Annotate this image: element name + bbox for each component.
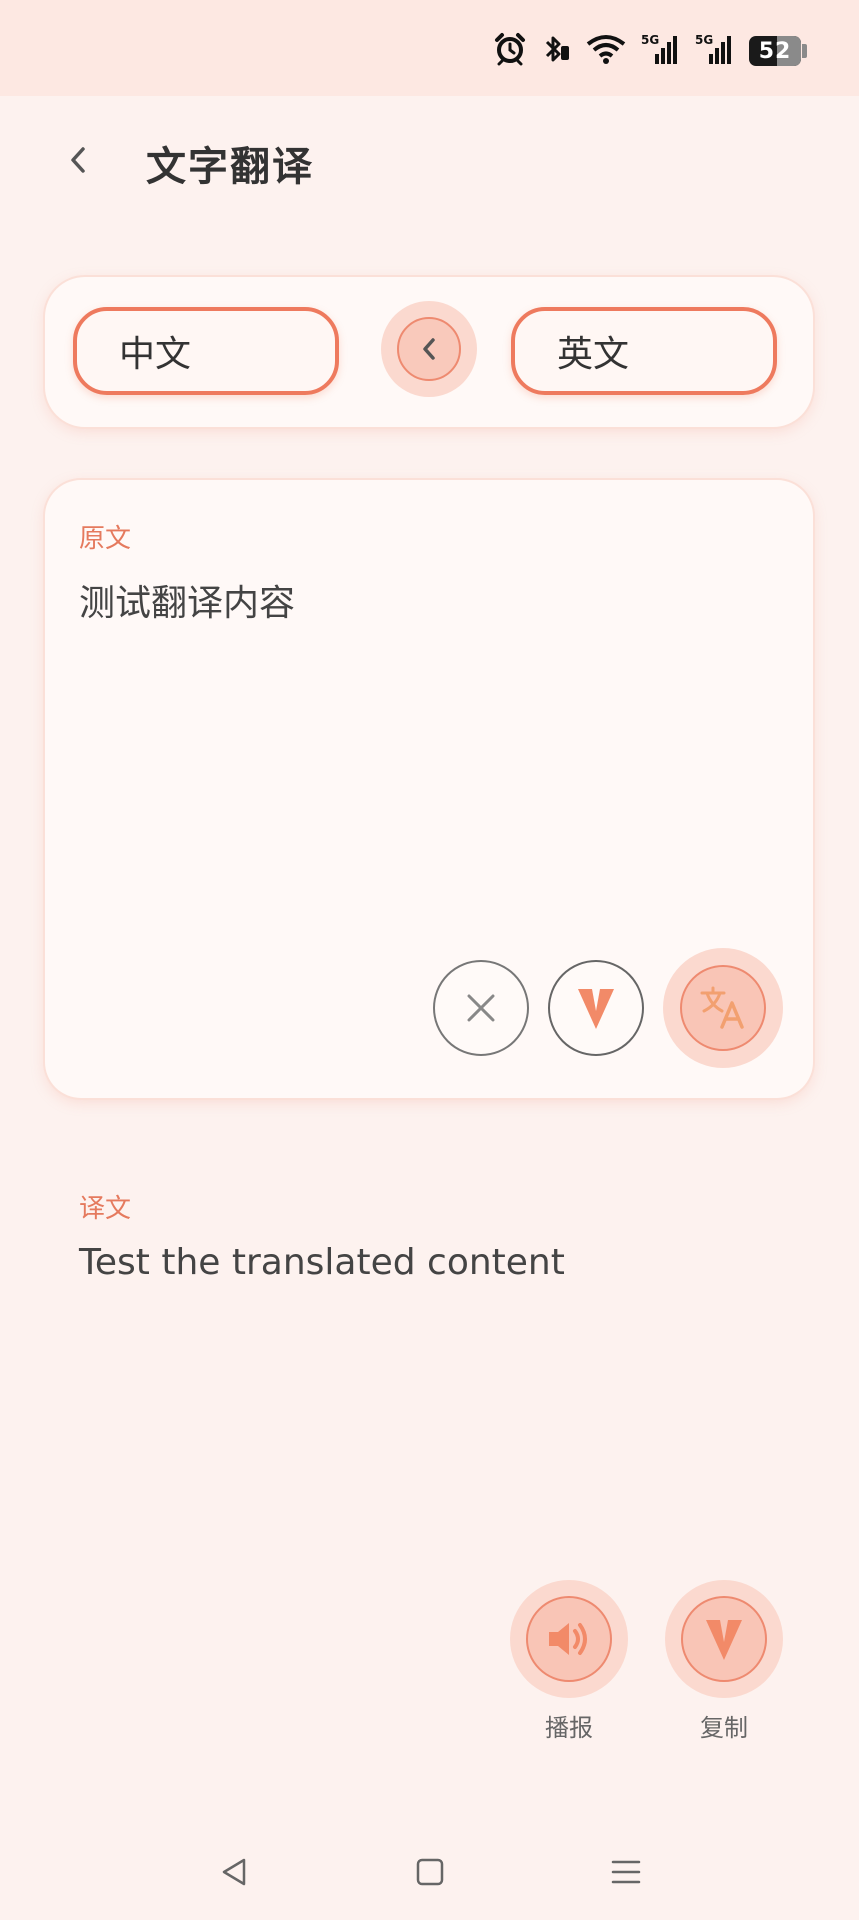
close-icon — [467, 994, 495, 1022]
nav-back-icon — [222, 1858, 246, 1886]
paste-button[interactable] — [548, 960, 644, 1056]
v-logo-icon — [706, 1620, 742, 1660]
chevron-left-icon — [423, 338, 435, 360]
target-language-button[interactable]: 英文 — [511, 307, 777, 395]
nav-home-icon — [416, 1858, 444, 1886]
system-nav-bar — [0, 1830, 859, 1920]
swap-language-button[interactable] — [381, 301, 477, 397]
source-label: 原文 — [79, 524, 132, 554]
signal-5g-icon: 5G — [641, 32, 681, 70]
nav-menu-button[interactable] — [604, 1850, 648, 1894]
back-button[interactable] — [58, 140, 98, 180]
nav-home-button[interactable] — [408, 1850, 452, 1894]
app-header: 文字翻译 — [0, 96, 859, 236]
clear-button[interactable] — [433, 960, 529, 1056]
status-bar: 5G 5G 52 — [0, 0, 859, 96]
source-language-button[interactable]: 中文 — [73, 307, 339, 395]
signal-5g-icon: 5G — [695, 32, 735, 70]
nav-menu-icon — [611, 1860, 641, 1884]
page-title: 文字翻译 — [146, 144, 314, 190]
translate-icon — [700, 986, 744, 1029]
source-text-input[interactable]: 测试翻译内容 — [79, 574, 295, 626]
language-selector: 中文 英文 — [45, 277, 813, 427]
result-text: Test the translated content — [79, 1242, 565, 1283]
source-panel: 原文 测试翻译内容 — [45, 480, 813, 1098]
speak-button[interactable]: 播报 — [509, 1580, 629, 1743]
v-logo-icon — [578, 989, 614, 1029]
wifi-icon — [585, 32, 627, 70]
copy-button[interactable]: 复制 — [664, 1580, 784, 1743]
battery-icon: 52 — [749, 36, 807, 66]
speak-label: 播报 — [545, 1714, 593, 1742]
nav-back-button[interactable] — [212, 1850, 256, 1894]
status-icons: 5G 5G 52 — [493, 30, 807, 72]
battery: 52 — [749, 36, 801, 66]
battery-level: 52 — [758, 38, 792, 64]
alarm-icon — [493, 32, 527, 70]
bluetooth-icon — [541, 32, 571, 70]
speaker-icon — [549, 1623, 587, 1655]
copy-label: 复制 — [700, 1714, 748, 1742]
result-label: 译文 — [79, 1194, 132, 1224]
translate-button[interactable] — [663, 948, 783, 1068]
chevron-left-icon — [71, 147, 85, 173]
signal-5g-label: 5G — [695, 33, 713, 47]
signal-5g-label: 5G — [641, 33, 659, 47]
